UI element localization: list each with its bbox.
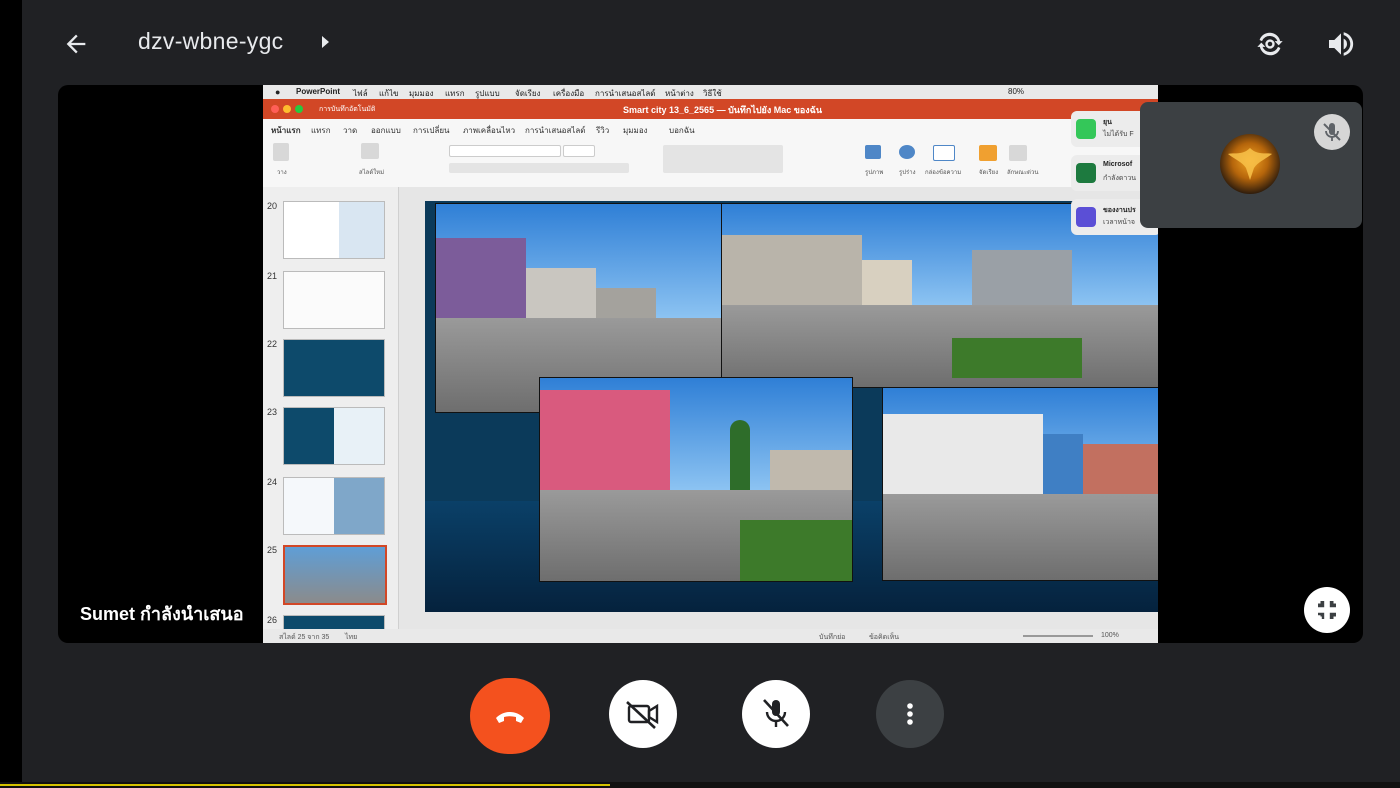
thumbnail-number: 20 (267, 201, 278, 211)
quick-styles-label: ลักษณะด่วน (1007, 170, 1039, 176)
self-view-tile[interactable] (1140, 102, 1362, 228)
arrange-icon[interactable] (979, 145, 997, 161)
textbox-label: กล่องข้อความ (925, 170, 962, 176)
zoom-slider[interactable] (1023, 635, 1093, 637)
language-status: ไทย (345, 634, 358, 641)
close-window-icon[interactable] (271, 105, 279, 113)
notification-subtitle: กำลังดาวน (1103, 175, 1137, 182)
font-family-select[interactable] (449, 145, 561, 157)
camera-off-icon (626, 701, 659, 729)
end-call-button[interactable] (470, 678, 550, 754)
powerpoint-statusbar: สไลด์ 25 จาก 35 ไทย บันทึกย่อ ข้อคิดเห็น… (263, 629, 1158, 643)
comments-button[interactable]: ข้อคิดเห็น (869, 632, 899, 643)
meeting-code[interactable]: dzv-wbne-ygc (138, 28, 284, 55)
paragraph-group[interactable] (663, 145, 783, 173)
menubar-app: PowerPoint (296, 87, 341, 96)
picture-label: รูปภาพ (865, 170, 884, 176)
paste-label: วาง (277, 170, 287, 176)
left-strip (0, 0, 22, 788)
avatar (1220, 134, 1280, 194)
mic-off-icon (763, 699, 789, 727)
window-title: Smart city 13_6_2565 — บันทึกไปยัง Mac ข… (623, 105, 822, 115)
street-photo (539, 377, 853, 582)
tab-slideshow[interactable]: การนำเสนอสไลด์ (525, 124, 586, 137)
call-controls (0, 678, 1400, 760)
notification-title: Microsof (1103, 161, 1133, 168)
excel-icon (1076, 163, 1096, 183)
microphone-toggle-button[interactable] (742, 680, 810, 748)
tab-design[interactable]: ออกแบบ (371, 124, 401, 137)
shape-icon[interactable] (899, 145, 915, 159)
shape-label: รูปร่าง (899, 170, 916, 176)
slide-thumbnail[interactable] (283, 201, 385, 259)
tab-draw[interactable]: วาด (343, 124, 357, 137)
slide-thumbnail-selected[interactable] (283, 545, 387, 605)
tab-insert[interactable]: แทรก (311, 124, 331, 137)
textbox-icon[interactable] (933, 145, 955, 161)
more-options-button[interactable] (876, 680, 944, 748)
arrange-label: จัดเรียง (979, 170, 999, 176)
end-call-icon (496, 712, 524, 723)
thumbnail-number: 23 (267, 407, 278, 417)
slide-thumbnail[interactable] (283, 477, 385, 535)
shared-screen: ● PowerPoint ไฟล์ แก้ไข มุมมอง แทรก รูปแ… (263, 85, 1158, 643)
top-bar: dzv-wbne-ygc (22, 0, 1400, 85)
zoom-level: 100% (1101, 632, 1119, 639)
street-photo (882, 387, 1158, 581)
speaker-icon[interactable] (1324, 28, 1358, 60)
facetime-icon (1076, 119, 1096, 139)
quick-styles-icon[interactable] (1009, 145, 1027, 161)
switch-camera-icon[interactable] (1254, 28, 1286, 60)
slide-thumbnail[interactable] (283, 271, 385, 329)
minimize-window-icon[interactable] (283, 105, 291, 113)
more-options-icon (907, 703, 913, 725)
ribbon-tabs: หน้าแรก แทรก วาด ออกแบบ การเปลี่ยน ภาพเค… (263, 119, 1158, 139)
slide-thumbnail[interactable] (283, 615, 385, 630)
new-slide-icon[interactable] (361, 143, 379, 159)
slide-thumbnail[interactable] (283, 339, 385, 397)
notification-subtitle: เวลาหน้าจ (1103, 219, 1135, 226)
back-arrow-icon[interactable] (62, 30, 90, 58)
ribbon: วาง สไลด์ใหม่ รูปภาพ รูปร่าง กล่องข้อควา… (263, 137, 1158, 188)
autosave-label: การบันทึกอัตโนมัติ (319, 106, 376, 113)
exit-fullscreen-icon[interactable] (1304, 587, 1350, 633)
tab-tell-me[interactable]: บอกฉัน (669, 124, 695, 137)
notification-title: ยุน (1103, 119, 1112, 126)
zoom-window-icon[interactable] (295, 105, 303, 113)
new-slide-label: สไลด์ใหม่ (359, 170, 385, 176)
powerpoint-titlebar: การบันทึกอัตโนมัติ Smart city 13_6_2565 … (263, 99, 1158, 119)
thumbnail-number: 21 (267, 271, 278, 281)
picture-icon[interactable] (865, 145, 881, 159)
font-size-select[interactable] (563, 145, 595, 157)
notification-title: ของงานปร (1103, 207, 1136, 214)
presenter-label: Sumet กำลังนำเสนอ (80, 604, 244, 624)
slide-thumbnail-panel: 20 21 22 23 24 25 26 (263, 187, 399, 630)
apple-icon: ● (275, 87, 281, 97)
tab-view[interactable]: มุมมอง (623, 124, 648, 137)
paste-icon[interactable] (273, 143, 289, 161)
tab-animations[interactable]: ภาพเคลื่อนไหว (463, 124, 515, 137)
tab-transitions[interactable]: การเปลี่ยน (413, 124, 450, 137)
font-format-group[interactable] (449, 163, 629, 173)
slide-thumbnail[interactable] (283, 407, 385, 465)
slide-canvas (399, 187, 1158, 629)
camera-toggle-button[interactable] (609, 680, 677, 748)
notification-subtitle: ไม่ได้รับ F (1103, 131, 1134, 138)
thumbnail-number: 25 (267, 545, 278, 555)
chevron-right-icon[interactable] (322, 36, 329, 48)
bottom-progress-line (0, 782, 1400, 788)
mic-muted-icon (1314, 114, 1350, 150)
hourglass-icon (1076, 207, 1096, 227)
mac-menubar: ● PowerPoint ไฟล์ แก้ไข มุมมอง แทรก รูปแ… (263, 85, 1158, 99)
notes-button[interactable]: บันทึกย่อ (819, 632, 845, 643)
tab-review[interactable]: รีวิว (596, 124, 609, 137)
thumbnail-number: 22 (267, 339, 278, 349)
slide-counter: สไลด์ 25 จาก 35 (279, 634, 330, 641)
thumbnail-number: 26 (267, 615, 278, 625)
battery-status: 80% (1008, 87, 1025, 96)
current-slide[interactable] (425, 201, 1158, 612)
thumbnail-number: 24 (267, 477, 278, 487)
